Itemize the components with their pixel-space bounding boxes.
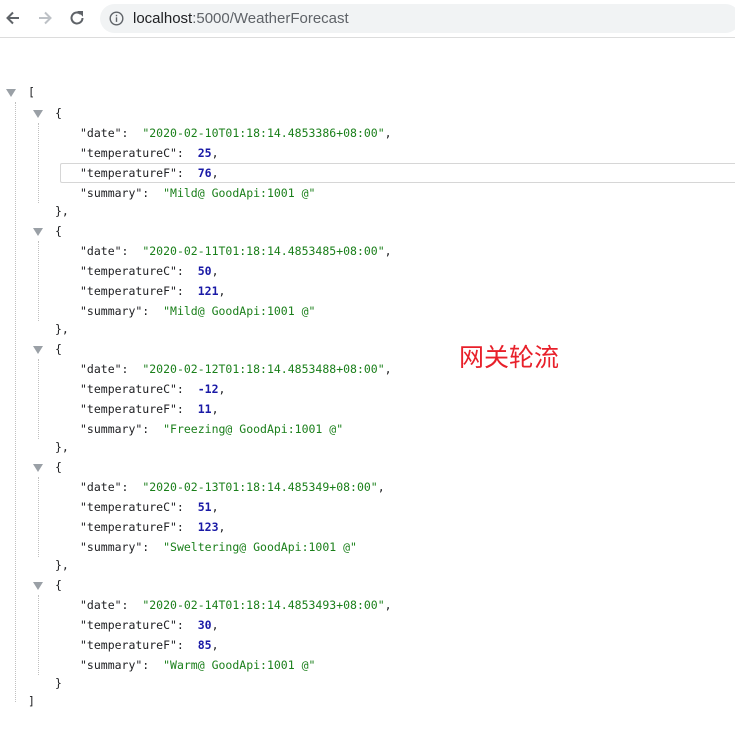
json-row-temperaturef: "temperatureF": 123,: [80, 520, 226, 534]
json-close-bracket: ]: [28, 694, 35, 708]
json-row-date: "date": "2020-02-12T01:18:14.4853488+08:…: [80, 362, 392, 376]
json-close-brace: },: [55, 204, 69, 218]
json-close-brace: },: [55, 558, 69, 572]
json-number-value: 50: [197, 264, 212, 278]
json-key: "summary":: [80, 186, 150, 200]
browser-toolbar: localhost:5000/WeatherForecast: [0, 0, 735, 38]
json-key: "temperatureF":: [80, 638, 184, 652]
json-row-temperaturec: "temperatureC": 25,: [80, 146, 219, 160]
json-row-temperaturef: "temperatureF": 76,: [80, 166, 219, 180]
json-string-value: "2020-02-10T01:18:14.4853386+08:00": [142, 126, 385, 140]
json-key: "temperatureC":: [80, 500, 184, 514]
json-string-value: "Freezing@ GoodApi:1001 @": [163, 422, 344, 436]
json-key: "date":: [80, 126, 129, 140]
json-row-date: "date": "2020-02-13T01:18:14.485349+08:0…: [80, 480, 385, 494]
json-string-value: "2020-02-14T01:18:14.4853493+08:00": [142, 598, 385, 612]
json-row-summary: "summary": "Freezing@ GoodApi:1001 @": [80, 421, 343, 437]
json-key: "date":: [80, 362, 129, 376]
json-row-temperaturec: "temperatureC": -12,: [80, 382, 226, 396]
collapse-triangle-icon[interactable]: [6, 89, 16, 97]
json-key: "summary":: [80, 422, 150, 436]
json-string-value: "Mild@ GoodApi:1001 @": [163, 304, 316, 318]
json-close-brace: }: [55, 676, 62, 690]
json-row-temperaturef: "temperatureF": 121,: [80, 284, 226, 298]
json-open-brace: {: [55, 106, 62, 120]
json-close-brace: },: [55, 440, 69, 454]
json-row-temperaturec: "temperatureC": 51,: [80, 500, 219, 514]
json-key: "temperatureC":: [80, 382, 184, 396]
json-number-value: 51: [197, 500, 212, 514]
json-key: "date":: [80, 244, 129, 258]
address-bar[interactable]: localhost:5000/WeatherForecast: [100, 4, 735, 33]
indent-guide: [38, 595, 39, 675]
indent-guide: [38, 359, 39, 439]
json-number-value: -12: [197, 382, 219, 396]
json-key: "temperatureC":: [80, 146, 184, 160]
json-number-value: 30: [197, 618, 212, 632]
collapse-triangle-icon[interactable]: [33, 346, 43, 354]
json-key: "temperatureF":: [80, 402, 184, 416]
json-string-value: "2020-02-11T01:18:14.4853485+08:00": [142, 244, 385, 258]
json-key: "summary":: [80, 304, 150, 318]
json-viewer: [ { "date": "2020-02-10T01:18:14.4853386…: [0, 37, 735, 746]
reload-icon[interactable]: [64, 5, 90, 31]
url-text[interactable]: localhost:5000/WeatherForecast: [133, 10, 349, 27]
json-number-value: 85: [197, 638, 212, 652]
json-row-summary: "summary": "Sweltering@ GoodApi:1001 @": [80, 539, 357, 555]
collapse-triangle-icon[interactable]: [33, 110, 43, 118]
indent-guide: [38, 123, 39, 203]
url-path: :5000/WeatherForecast: [192, 10, 349, 27]
json-open-brace: {: [55, 578, 62, 592]
json-key: "summary":: [80, 540, 150, 554]
json-open-bracket: [: [28, 85, 35, 99]
json-close-brace: },: [55, 322, 69, 336]
indent-guide: [38, 241, 39, 321]
json-row-temperaturef: "temperatureF": 11,: [80, 402, 219, 416]
json-number-value: 76: [197, 166, 212, 180]
json-key: "summary":: [80, 658, 150, 672]
json-key: "temperatureF":: [80, 284, 184, 298]
json-open-brace: {: [55, 342, 62, 356]
json-row-temperaturef: "temperatureF": 85,: [80, 638, 219, 652]
json-key: "temperatureF":: [80, 520, 184, 534]
json-key: "date":: [80, 598, 129, 612]
url-host: localhost: [133, 10, 193, 27]
annotation-text: 网关轮流: [459, 343, 560, 372]
forward-arrow-icon[interactable]: [32, 5, 58, 31]
json-row-summary: "summary": "Warm@ GoodApi:1001 @": [80, 657, 315, 673]
json-number-value: 121: [197, 284, 219, 298]
json-key: "date":: [80, 480, 129, 494]
collapse-triangle-icon[interactable]: [33, 228, 43, 236]
back-arrow-icon[interactable]: [0, 5, 26, 31]
json-string-value: "Warm@ GoodApi:1001 @": [163, 658, 316, 672]
json-row-temperaturec: "temperatureC": 50,: [80, 264, 219, 278]
json-string-value: "Sweltering@ GoodApi:1001 @": [163, 540, 357, 554]
json-open-brace: {: [55, 460, 62, 474]
collapse-triangle-icon[interactable]: [33, 582, 43, 590]
json-row-date: "date": "2020-02-10T01:18:14.4853386+08:…: [80, 126, 392, 140]
json-row-date: "date": "2020-02-14T01:18:14.4853493+08:…: [80, 598, 392, 612]
json-row-summary: "summary": "Mild@ GoodApi:1001 @": [80, 303, 315, 319]
json-row-date: "date": "2020-02-11T01:18:14.4853485+08:…: [80, 244, 392, 258]
indent-guide: [38, 477, 39, 557]
json-key: "temperatureF":: [80, 166, 184, 180]
json-key: "temperatureC":: [80, 618, 184, 632]
json-open-brace: {: [55, 224, 62, 238]
json-row-temperaturec: "temperatureC": 30,: [80, 618, 219, 632]
json-string-value: "2020-02-12T01:18:14.4853488+08:00": [142, 362, 385, 376]
json-string-value: "Mild@ GoodApi:1001 @": [163, 186, 316, 200]
json-string-value: "2020-02-13T01:18:14.485349+08:00": [142, 480, 378, 494]
json-key: "temperatureC":: [80, 264, 184, 278]
json-number-value: 25: [197, 146, 212, 160]
indent-guide: [15, 102, 16, 702]
json-row-summary: "summary": "Mild@ GoodApi:1001 @": [80, 185, 315, 201]
json-number-value: 123: [197, 520, 219, 534]
json-number-value: 11: [197, 402, 212, 416]
collapse-triangle-icon[interactable]: [33, 464, 43, 472]
info-icon[interactable]: [109, 11, 124, 26]
